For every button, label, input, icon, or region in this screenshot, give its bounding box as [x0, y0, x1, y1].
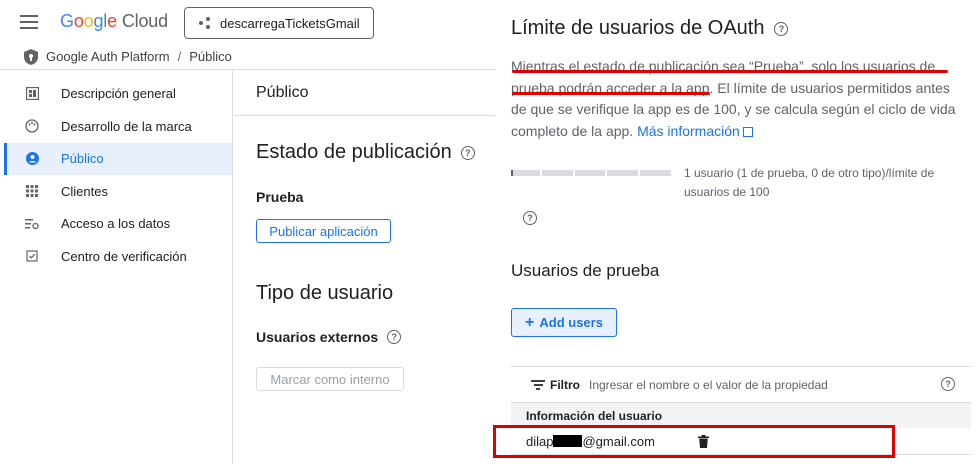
help-icon[interactable]: ?	[941, 377, 955, 391]
sidebar-item-label: Descripción general	[61, 86, 176, 101]
project-selector-button[interactable]: descarregaTicketsGmail	[184, 7, 374, 39]
check-box-icon	[24, 248, 40, 264]
test-users-title: Usuarios de prueba	[511, 261, 660, 280]
user-type-value: Usuarios externos	[256, 329, 379, 345]
menu-icon[interactable]	[20, 15, 38, 29]
google-cloud-logo[interactable]: Google Cloud	[60, 11, 168, 32]
mark-internal-button: Marcar como interno	[256, 367, 404, 391]
breadcrumb: Google Auth Platform / Público	[0, 44, 495, 70]
sidebar-item-audience[interactable]: Público	[4, 142, 232, 175]
user-count-text: 1 usuario (1 de prueba, 0 de otro tipo)/…	[684, 166, 935, 199]
dashboard-icon	[24, 86, 40, 102]
plus-icon: +	[525, 313, 535, 331]
user-type-section: Usuarios externos ?	[256, 329, 402, 345]
help-icon[interactable]: ?	[387, 330, 402, 344]
top-bar: Google Cloud descarregaTicketsGmail	[0, 0, 495, 44]
sidebar-item-label: Acceso a los datos	[61, 216, 171, 231]
sidebar-item-label: Público	[61, 151, 104, 166]
publishing-status-title: Estado de publicación	[256, 141, 452, 163]
breadcrumb-separator: /	[177, 49, 182, 64]
project-name: descarregaTicketsGmail	[220, 15, 360, 31]
breadcrumb-root[interactable]: Google Auth Platform	[46, 49, 170, 64]
filter-icon	[531, 379, 545, 390]
user-type-title: Tipo de usuario	[256, 282, 394, 304]
sidebar-item-label: Desarrollo de la marca	[61, 118, 192, 134]
filter-bar: Filtro ?	[511, 366, 971, 402]
sidebar-item-data-access[interactable]: Acceso a los datos	[4, 208, 232, 240]
external-link-icon	[742, 126, 753, 137]
redaction-bar	[553, 435, 583, 447]
sidebar-item-clients[interactable]: Clientes	[4, 175, 232, 207]
breadcrumb-current: Público	[189, 49, 232, 64]
sidebar-item-label: Centro de verificación	[61, 248, 187, 264]
sidebar-item-verification-center[interactable]: Centro de verificación	[4, 240, 232, 272]
help-icon[interactable]: ?	[460, 145, 475, 160]
column-header-user-info[interactable]: Información del usuario	[511, 402, 971, 428]
user-limit-progress-bar	[511, 170, 673, 176]
sidebar-item-overview[interactable]: Descripción general	[4, 78, 232, 110]
publishing-status-value: Prueba	[256, 189, 304, 205]
annotation-underline	[512, 70, 948, 73]
person-icon	[24, 151, 40, 167]
audience-main-panel: Público Estado de publicación ? Prueba P…	[234, 70, 495, 464]
help-icon[interactable]: ?	[523, 211, 537, 225]
oauth-user-limit-panel: Límite de usuarios de OAuth ? Mientras e…	[496, 0, 978, 464]
oauth-limit-section: Límite de usuarios de OAuth ?	[511, 17, 789, 40]
help-icon[interactable]: ?	[774, 21, 789, 36]
user-email: dilap @gmail.com	[526, 434, 655, 449]
sidebar-item-branding[interactable]: Desarrollo de la marca	[4, 110, 232, 142]
shield-icon	[24, 48, 38, 65]
learn-more-link[interactable]: Más información	[637, 123, 753, 139]
progress-fill	[511, 170, 513, 176]
sidebar: Descripción general Desarrollo de la mar…	[4, 70, 233, 464]
project-icon	[199, 16, 213, 30]
annotation-underline	[512, 92, 710, 95]
add-users-button[interactable]: + Add users	[511, 308, 617, 337]
palette-icon	[24, 118, 40, 134]
sidebar-item-label: Clientes	[61, 183, 108, 199]
data-access-icon	[24, 216, 40, 232]
publish-app-button[interactable]: Publicar aplicación	[256, 219, 391, 243]
trash-icon[interactable]	[698, 435, 709, 448]
publishing-status-section: Estado de publicación ?	[256, 141, 475, 164]
filter-label: Filtro	[550, 377, 580, 392]
table-row: dilap @gmail.com	[511, 429, 971, 455]
page-title: Público	[234, 70, 495, 116]
oauth-limit-title: Límite de usuarios de OAuth	[511, 17, 765, 39]
filter-input[interactable]	[589, 377, 919, 392]
grid-icon	[24, 183, 40, 199]
oauth-limit-description: Mientras el estado de publicación sea “P…	[511, 56, 963, 142]
